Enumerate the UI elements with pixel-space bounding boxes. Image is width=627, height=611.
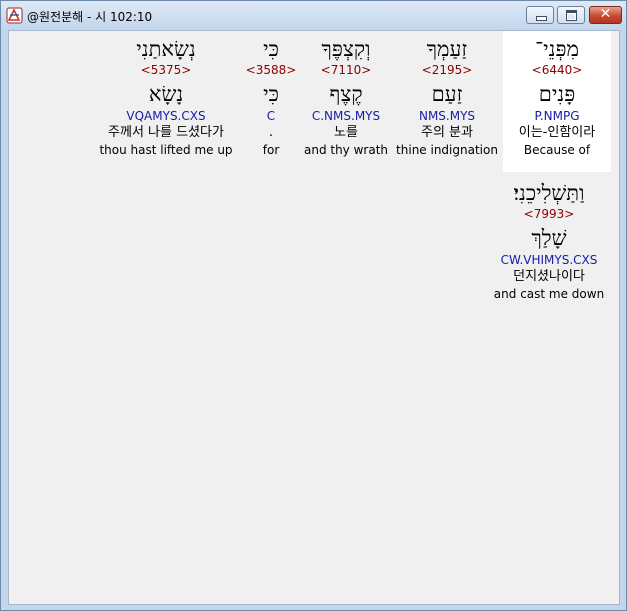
korean-gloss: .: [268, 125, 274, 140]
app-logo-icon: [6, 7, 23, 24]
parsing-code: VQAMYS.CXS: [126, 109, 206, 123]
word-block-6[interactable]: וַתַּשְׁלִיכֵנִי׃ <7993> שָׁלַךְ CW.VHIM…: [489, 177, 609, 302]
hebrew-word: מִפְּנֵי־: [535, 37, 579, 61]
strong-number: <6440>: [531, 63, 583, 77]
word-block-1[interactable]: מִפְּנֵי־ <6440> פָּנִים P.NMPG 이는-인함이라 …: [503, 31, 611, 172]
hebrew-word: זַעַמְךָ: [426, 37, 468, 61]
parsing-code: NMS.MYS: [418, 109, 476, 123]
english-gloss: thine indignation: [396, 143, 498, 157]
korean-gloss: 이는-인함이라: [518, 125, 596, 140]
window-title: @원전분해 - 시 102:10: [27, 10, 153, 24]
analysis-panel: מִפְּנֵי־ <6440> פָּנִים P.NMPG 이는-인함이라 …: [8, 30, 620, 605]
parsing-code: P.NMPG: [534, 109, 580, 123]
hebrew-word: וְקִצְפֶּךָ: [321, 37, 371, 61]
word-block-2[interactable]: זַעַמְךָ <2195> זַעַם NMS.MYS 주의 분과 thin…: [395, 31, 499, 158]
strong-number: <5375>: [140, 63, 192, 77]
word-block-4[interactable]: כִּי <3588> כִּי C . for: [243, 31, 299, 158]
english-gloss: for: [262, 143, 280, 157]
word-block-3[interactable]: וְקִצְפֶּךָ <7110> קֶצֶף C.NMS.MYS 노를 an…: [301, 31, 391, 158]
hebrew-root: נָשָׂא: [148, 82, 184, 106]
hebrew-word: כִּי: [263, 37, 279, 61]
english-gloss: and thy wrath: [303, 143, 389, 157]
strong-number: <7993>: [523, 207, 575, 221]
korean-gloss: 노를: [334, 125, 358, 140]
english-gloss: and cast me down: [493, 287, 605, 301]
hebrew-root: כִּי: [263, 82, 279, 106]
hebrew-root: פָּנִים: [538, 82, 576, 106]
korean-gloss: 던지셨나이다: [513, 269, 585, 284]
english-gloss: Because of: [523, 143, 591, 157]
strong-number: <3588>: [245, 63, 297, 77]
close-icon: ✕: [599, 6, 612, 22]
hebrew-root: שָׁלַךְ: [531, 226, 567, 250]
parsing-code: C.NMS.MYS: [311, 109, 381, 123]
word-block-5[interactable]: נְשָׂאתַנִי <5375> נָשָׂא VQAMYS.CXS 주께서…: [93, 31, 239, 158]
hebrew-word: וַתַּשְׁלִיכֵנִי׃: [513, 181, 585, 205]
app-window: @원전분해 - 시 102:10 ✕ מִפְּנֵי־ <6440> פָּנ…: [0, 0, 627, 611]
close-button[interactable]: ✕: [589, 6, 622, 24]
korean-gloss: 주께서 나를 드셨다가: [108, 125, 224, 140]
minimize-button[interactable]: [526, 6, 554, 24]
maximize-button[interactable]: [557, 6, 585, 24]
hebrew-root: זַעַם: [431, 82, 463, 106]
strong-number: <7110>: [320, 63, 372, 77]
parsing-code: C: [266, 109, 276, 123]
parsing-code: CW.VHIMYS.CXS: [500, 253, 598, 267]
english-gloss: thou hast lifted me up: [99, 143, 233, 157]
strong-number: <2195>: [421, 63, 473, 77]
hebrew-root: קֶצֶף: [329, 82, 363, 106]
title-bar[interactable]: @원전분해 - 시 102:10 ✕: [1, 1, 626, 30]
hebrew-word: נְשָׂאתַנִי: [136, 37, 196, 61]
korean-gloss: 주의 분과: [421, 125, 473, 140]
